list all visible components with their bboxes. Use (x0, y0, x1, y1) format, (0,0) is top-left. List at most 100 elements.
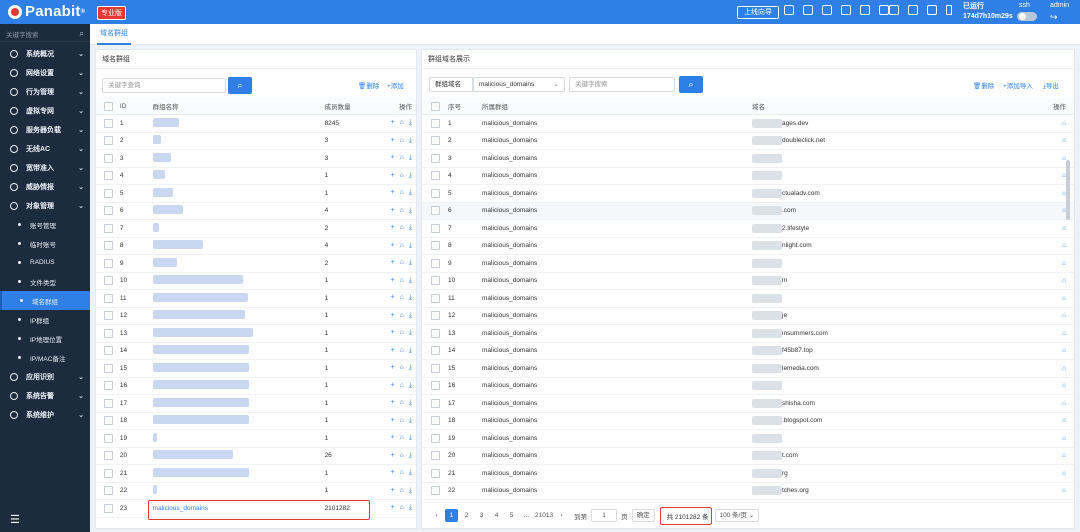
download-icon[interactable]: ⤓ (409, 259, 412, 267)
download-icon[interactable]: ⤓ (409, 242, 412, 250)
bell-icon[interactable] (822, 5, 832, 15)
table-row[interactable]: 13 malicious_domains insummers.com ⌂ (422, 325, 1074, 343)
domain-add-import-button[interactable]: +添加导入 (1003, 80, 1033, 90)
row-checkbox[interactable] (104, 136, 113, 146)
download-icon[interactable]: ⤓ (409, 277, 412, 285)
add-icon[interactable]: + (391, 259, 395, 267)
row-checkbox[interactable] (431, 293, 440, 303)
download-icon[interactable]: ⤓ (409, 399, 412, 407)
row-checkbox[interactable] (104, 398, 113, 408)
sidebar-bottom-item-0[interactable]: 应用识别 ⌄ (0, 367, 90, 386)
row-checkbox[interactable] (104, 363, 113, 373)
goto-confirm-button[interactable]: 确定 (631, 509, 655, 522)
trash-icon[interactable]: ⌂ (1038, 295, 1072, 302)
add-icon[interactable]: + (391, 347, 395, 355)
domain-delete-button[interactable]: 🗑删除 (973, 80, 994, 90)
download-icon[interactable]: ⤓ (409, 417, 412, 425)
row-checkbox[interactable] (431, 136, 440, 146)
domain-search-button[interactable]: ⌕ (679, 76, 703, 93)
trash-icon[interactable]: ⌂ (1038, 330, 1072, 337)
trash-icon[interactable]: ⌂ (1038, 435, 1072, 442)
trash-icon[interactable]: ⌂ (1038, 225, 1072, 232)
table-row[interactable]: 22 1 + ⌂ ⤓ (96, 483, 416, 500)
table-row[interactable]: 10 malicious_domains m ⌂ (422, 273, 1074, 290)
download-icon[interactable]: ⤓ (409, 382, 412, 390)
row-checkbox[interactable] (431, 153, 440, 163)
row-checkbox[interactable] (431, 486, 440, 496)
row-checkbox[interactable] (431, 258, 440, 268)
add-icon[interactable]: + (391, 329, 395, 337)
row-checkbox[interactable] (104, 416, 113, 426)
layout-icon[interactable] (908, 5, 918, 15)
tab-domain-group[interactable]: 域名群组 (97, 24, 131, 45)
table-row[interactable]: 8 4 + ⌂ ⤓ (96, 238, 416, 255)
add-icon[interactable]: + (391, 207, 395, 215)
trash-icon[interactable]: ⌂ (1038, 277, 1072, 284)
sidebar-item-6[interactable]: 宽带准入 ⌄ (0, 158, 90, 177)
row-checkbox[interactable] (431, 311, 440, 321)
add-icon[interactable]: + (391, 294, 395, 302)
page-number[interactable]: 21013 (535, 509, 553, 522)
online-guide-button[interactable]: 上线向导 (737, 6, 779, 19)
search-icon[interactable]: ⌕ (80, 29, 84, 39)
row-checkbox[interactable] (104, 118, 113, 128)
page-number[interactable]: 2 (460, 509, 473, 522)
trash-icon[interactable]: ⌂ (1038, 347, 1072, 354)
trash-icon[interactable]: ⌂ (1038, 382, 1072, 389)
sidebar-item-8[interactable]: 对象管理 ⌄ (0, 196, 90, 215)
download-icon[interactable]: ⤓ (409, 504, 412, 512)
trash-icon[interactable]: ⌂ (400, 469, 404, 477)
row-checkbox[interactable] (104, 468, 113, 478)
trash-icon[interactable]: ⌂ (400, 487, 404, 495)
row-checkbox[interactable] (431, 416, 440, 426)
sidebar-item-3[interactable]: 虚拟专网 ⌄ (0, 101, 90, 120)
trash-icon[interactable]: ⌂ (400, 312, 404, 320)
group-add-button[interactable]: +添加 (387, 80, 404, 90)
table-row[interactable]: 4 1 + ⌂ ⤓ (96, 168, 416, 185)
table-row[interactable]: 3 malicious_domains ⌂ (422, 150, 1074, 168)
download-icon[interactable]: ⤓ (409, 294, 412, 302)
table-row[interactable]: 2 malicious_domains doubleclick.net ⌂ (422, 133, 1074, 150)
download-icon[interactable]: ⤓ (409, 154, 412, 162)
row-checkbox[interactable] (431, 346, 440, 356)
page-number[interactable]: ... (520, 509, 533, 522)
fullscreen-icon[interactable] (784, 5, 794, 15)
row-checkbox[interactable] (104, 451, 113, 461)
sidebar-subitem-7[interactable]: IP/MAC备注 (0, 348, 90, 367)
row-checkbox[interactable] (431, 188, 440, 198)
row-checkbox[interactable] (431, 381, 440, 391)
add-icon[interactable]: + (391, 137, 395, 145)
add-icon[interactable]: + (391, 154, 395, 162)
table-row[interactable]: 16 1 + ⌂ ⤓ (96, 378, 416, 395)
cloud-icon[interactable] (860, 5, 870, 15)
row-checkbox[interactable] (431, 276, 440, 286)
row-checkbox[interactable] (431, 223, 440, 233)
row-checkbox[interactable] (104, 293, 113, 303)
sidebar-item-7[interactable]: 威胁情报 ⌄ (0, 177, 90, 196)
table-row[interactable]: 1 malicious_domains ages.dev ⌂ (422, 115, 1074, 133)
trash-icon[interactable]: ⌂ (400, 242, 404, 250)
next-page-icon[interactable]: › (555, 509, 568, 522)
download-icon[interactable]: ⤓ (409, 189, 412, 197)
sidebar-subitem-3[interactable]: 文件类型 (0, 272, 90, 291)
trash-icon[interactable]: ⌂ (400, 294, 404, 302)
dashboard-icon[interactable] (803, 5, 813, 15)
download-icon[interactable]: ⤓ (409, 207, 412, 215)
grid-icon[interactable] (889, 5, 899, 15)
table-row[interactable]: 20 malicious_domains t.com ⌂ (422, 448, 1074, 465)
sidebar-subitem-0[interactable]: 账号管理 (0, 215, 90, 234)
row-checkbox[interactable] (104, 381, 113, 391)
page-number[interactable]: 1 (445, 509, 458, 522)
domain-export-button[interactable]: ⤓导出 (1043, 80, 1059, 91)
trash-icon[interactable]: ⌂ (1038, 137, 1072, 144)
table-row[interactable]: 20 26 + ⌂ ⤓ (96, 448, 416, 465)
table-row[interactable]: 6 malicious_domains .com ⌂ (422, 202, 1074, 220)
group-delete-button[interactable]: 🗑删除 (358, 80, 379, 90)
row-checkbox[interactable] (431, 398, 440, 408)
row-checkbox[interactable] (104, 503, 113, 513)
row-checkbox[interactable] (104, 276, 113, 286)
lightning-icon[interactable] (946, 5, 952, 15)
sidebar-subitem-1[interactable]: 临时账号 (0, 234, 90, 253)
trash-icon[interactable]: ⌂ (1038, 242, 1072, 249)
add-icon[interactable]: + (391, 172, 395, 180)
